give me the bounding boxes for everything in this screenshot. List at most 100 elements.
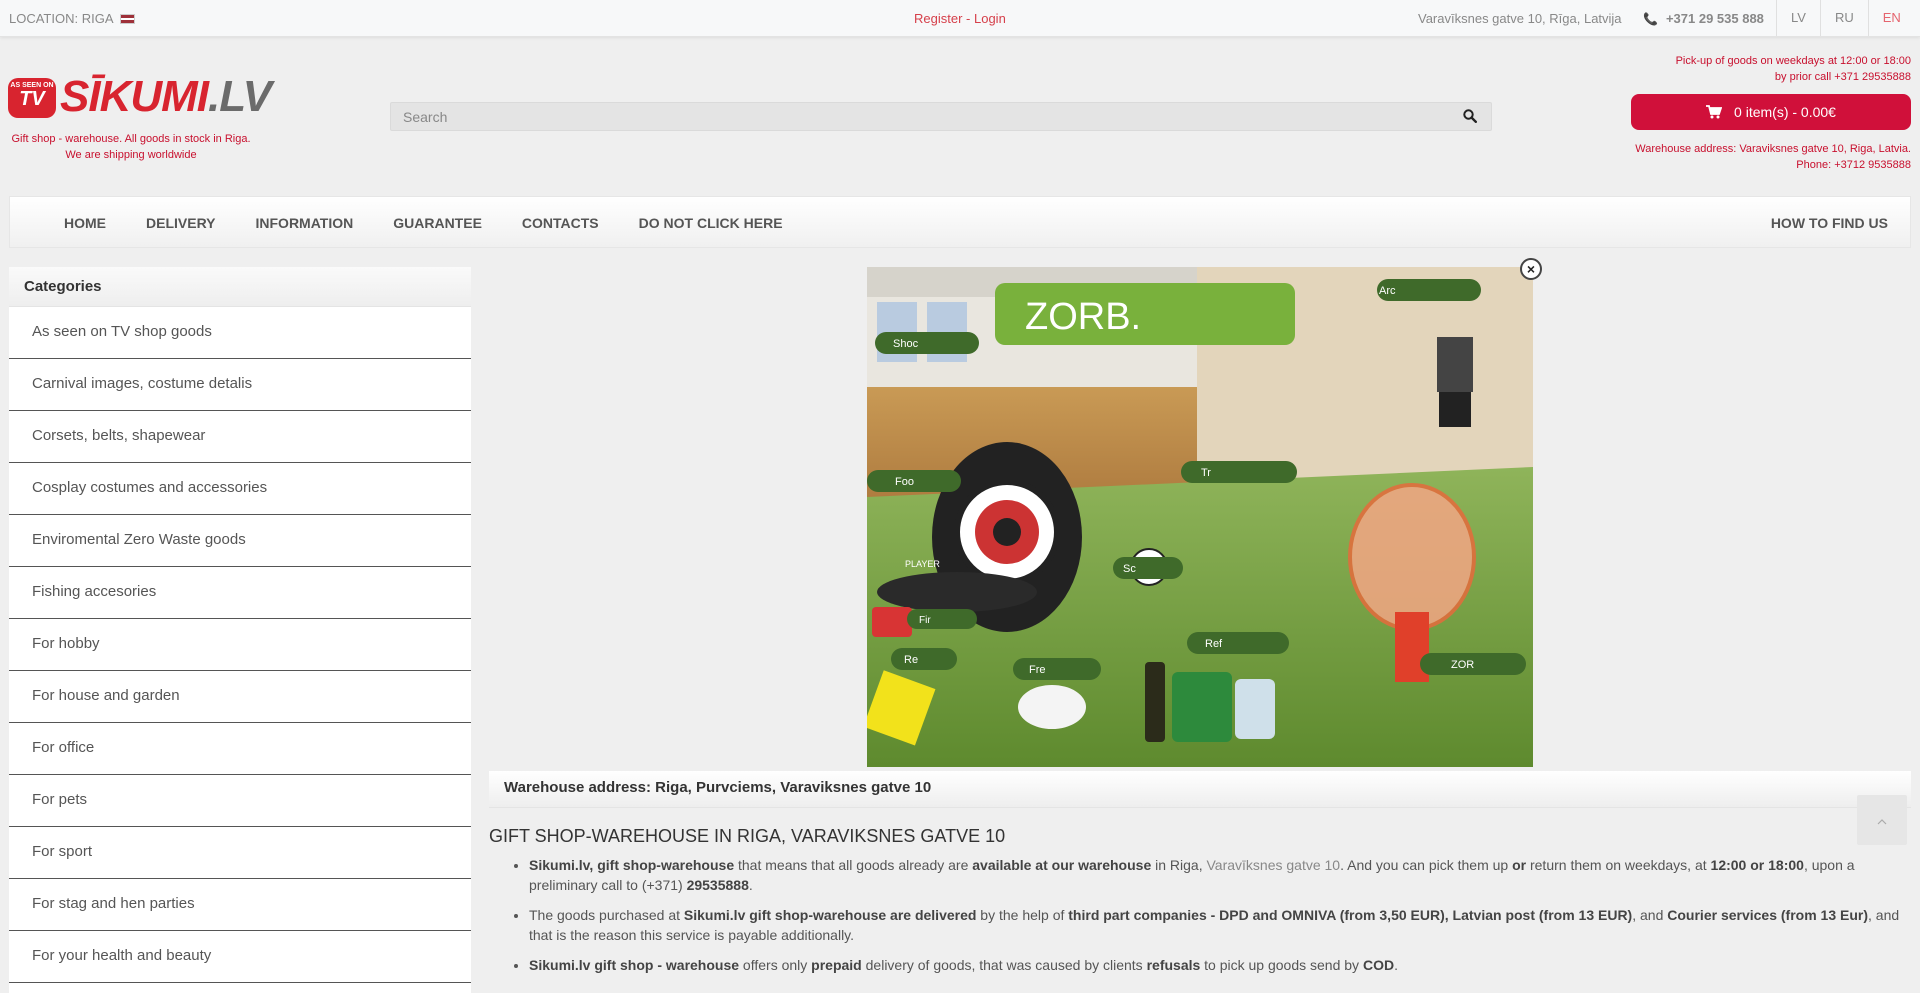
logo-wordmark: SĪKUMI.LV [60, 72, 272, 122]
zorb-ball-icon [1348, 483, 1476, 631]
nav-contacts[interactable]: CONTACTS [502, 197, 619, 249]
latvia-flag-icon [119, 13, 135, 24]
info-item-prepaid: Sikumi.lv gift shop - warehouse offers o… [529, 955, 1911, 975]
info-item-delivery: The goods purchased at Sikumi.lv gift sh… [529, 905, 1911, 945]
bubble-text: Sc [1123, 563, 1136, 575]
bubble [891, 648, 957, 670]
category-item[interactable]: For sport [9, 827, 471, 879]
dart-brand-text: PLAYER [905, 559, 940, 569]
chevron-up-icon [1877, 819, 1887, 825]
lang-en[interactable]: EN [1867, 0, 1915, 36]
search-bar [390, 102, 1492, 131]
as-seen-on-tv-badge: AS SEEN ON TV [8, 78, 56, 118]
pickup-info: Pick-up of goods on weekdays at 12:00 or… [1676, 53, 1911, 85]
first-aid-icon [872, 607, 912, 637]
warehouse-phone: Phone: +3712 9535888 [1796, 159, 1911, 171]
info-item-pickup: Sikumi.lv, gift shop-warehouse that mean… [529, 855, 1911, 895]
category-item[interactable]: For house and garden [9, 671, 471, 723]
category-item[interactable]: For hobby [9, 619, 471, 671]
text: by the help of [976, 907, 1069, 923]
text: , and [1632, 907, 1668, 923]
text-strong: refusals [1146, 957, 1201, 973]
bubble-text: ZOR [1451, 659, 1474, 671]
location-selector[interactable]: LOCATION: RIGA [9, 11, 135, 26]
top-phone-number: +371 29 535 888 [1665, 11, 1764, 26]
text: delivery of goods, that was caused by cl… [861, 957, 1147, 973]
login-link[interactable]: Login [974, 11, 1006, 26]
cart-button[interactable]: 0 item(s) - 0.00€ [1631, 94, 1911, 130]
nav-information[interactable]: INFORMATION [236, 197, 374, 249]
text-strong: 29535888 [686, 877, 749, 893]
archer-figure [1437, 337, 1473, 392]
logo-suffix-text: .LV [208, 72, 272, 121]
warehouse-info: Warehouse address: Varaviksnes gatve 10,… [1635, 141, 1911, 173]
category-item[interactable]: Carnival images, costume detalis [9, 359, 471, 411]
text: . And you can pick them up [1340, 857, 1513, 873]
pickup-line-1: Pick-up of goods on weekdays at 12:00 or… [1675, 55, 1911, 67]
category-item[interactable]: For office [9, 723, 471, 775]
search-icon[interactable] [1463, 109, 1477, 123]
top-phone[interactable]: 📞 +371 29 535 888 [1643, 11, 1764, 26]
bubble-text: Arc [1379, 285, 1396, 297]
text-strong: prepaid [811, 957, 862, 973]
nav-guarantee[interactable]: GUARANTEE [373, 197, 502, 249]
text: to pick up goods send by [1200, 957, 1363, 973]
dart-bullseye [993, 518, 1021, 546]
top-address: Varavīksnes gatve 10, Rīga, Latvija [1418, 11, 1622, 26]
category-item[interactable]: For stag and hen parties [9, 879, 471, 931]
text: in Riga, [1151, 857, 1207, 873]
pickup-line-2: by prior call +371 29535888 [1774, 71, 1911, 83]
text-strong: Sikumi.lv, gift shop-warehouse [529, 857, 735, 873]
bubble [1187, 632, 1289, 654]
nav-how-to-find-us[interactable]: HOW TO FIND US [1771, 197, 1888, 249]
search-input[interactable] [391, 103, 1441, 130]
phone-icon: 📞 [1643, 11, 1658, 26]
promo-banner[interactable]: ZORB. PLAYER Shoc Arc Foo Tr Sc Fir Re F… [867, 267, 1533, 767]
register-link[interactable]: Register [914, 11, 962, 26]
text-strong: third part companies - DPD and OMNIVA (f… [1068, 907, 1633, 923]
text-strong: Sikumi.lv gift shop-warehouse are delive… [683, 907, 977, 923]
text-strong: Courier services (from 13 Eur) [1667, 907, 1869, 923]
banner-headline: ZORB. [1025, 296, 1141, 338]
text-strong: or [1512, 857, 1527, 873]
drink-pack-icon [1172, 672, 1232, 742]
info-list: Sikumi.lv, gift shop-warehouse that mean… [489, 855, 1911, 975]
text-strong: available at our warehouse [972, 857, 1152, 873]
category-item[interactable]: Cosplay costumes and accessories [9, 463, 471, 515]
categories-sidebar: Categories As seen on TV shop goods Carn… [9, 267, 471, 993]
nav-do-not-click[interactable]: DO NOT CLICK HERE [619, 197, 803, 249]
bubble [1181, 461, 1297, 483]
lang-lv[interactable]: LV [1776, 0, 1820, 36]
address-link[interactable]: Varavīksnes gatve 10 [1206, 857, 1340, 873]
water-pack-icon [1235, 679, 1275, 739]
bubble [867, 470, 961, 492]
top-bar: LOCATION: RIGA Register - Login Varavīks… [0, 0, 1920, 37]
nav-home[interactable]: HOME [44, 197, 126, 249]
nav-delivery[interactable]: DELIVERY [126, 197, 236, 249]
category-item[interactable]: Enviromental Zero Waste goods [9, 515, 471, 567]
promo-banner-art: ZORB. PLAYER Shoc Arc Foo Tr Sc Fir Re F… [867, 267, 1533, 767]
text-strong: 12:00 or 18:00 [1710, 857, 1804, 873]
warehouse-bar: Warehouse address: Riga, Purvciems, Vara… [489, 771, 1911, 808]
bubble-text: Foo [895, 476, 914, 488]
logo-main-text: SĪKUMI [60, 72, 209, 121]
text-strong: Sikumi.lv gift shop - warehouse [529, 957, 740, 973]
site-tagline: Gift shop - warehouse. All goods in stoc… [8, 131, 254, 163]
category-item[interactable]: Fishing accesories [9, 567, 471, 619]
bubble [875, 332, 979, 354]
category-item[interactable]: As seen on TV shop goods [9, 307, 471, 359]
towels-icon [1018, 685, 1086, 729]
category-item[interactable]: For pets [9, 775, 471, 827]
bubble-text: Shoc [893, 338, 919, 350]
bubble-text: Tr [1201, 467, 1211, 479]
close-banner-button[interactable]: × [1520, 258, 1542, 280]
auth-separator: - [962, 11, 974, 26]
cart-icon [1706, 105, 1723, 119]
bubble-text: Ref [1205, 638, 1223, 650]
categories-title: Categories [9, 267, 471, 307]
site-logo[interactable]: AS SEEN ON TV SĪKUMI.LV [8, 72, 272, 121]
category-item[interactable]: Corsets, belts, shapewear [9, 411, 471, 463]
tagline-line-1: Gift shop - warehouse. All goods in stoc… [11, 133, 251, 145]
lang-ru[interactable]: RU [1819, 0, 1868, 36]
category-item[interactable]: For your health and beauty [9, 931, 471, 983]
